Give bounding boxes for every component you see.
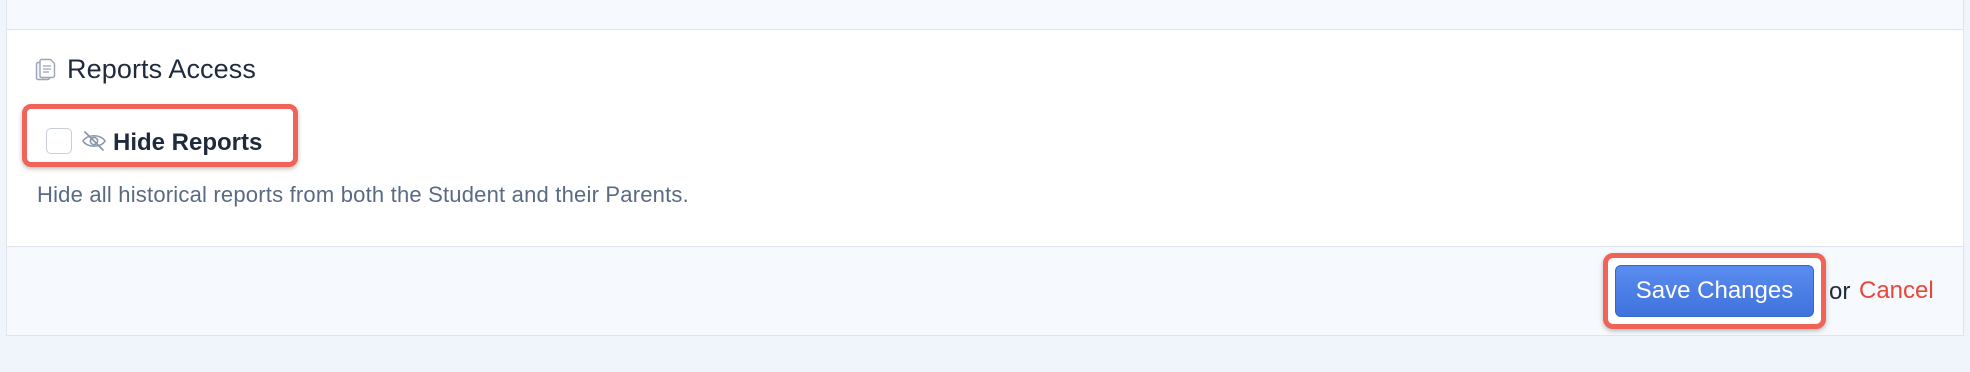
section-header: Reports Access xyxy=(35,54,256,85)
reports-access-card: Reports Access Hide Reports Hide all his… xyxy=(6,0,1964,336)
hide-reports-label[interactable]: Hide Reports xyxy=(113,129,262,157)
or-separator: or xyxy=(1829,278,1851,305)
hide-reports-help-text: Hide all historical reports from both th… xyxy=(37,182,689,207)
documents-icon xyxy=(35,58,57,82)
hide-reports-checkbox[interactable] xyxy=(46,128,72,154)
eye-off-icon xyxy=(80,129,108,153)
cancel-link[interactable]: Cancel xyxy=(1859,277,1934,305)
hide-reports-option[interactable]: Hide Reports xyxy=(22,104,298,167)
previous-section-strip xyxy=(7,0,1963,30)
section-title: Reports Access xyxy=(67,54,256,84)
save-button-highlight: Save Changes xyxy=(1603,253,1826,329)
save-changes-button[interactable]: Save Changes xyxy=(1615,265,1814,317)
form-footer: Save Changes or Cancel xyxy=(7,246,1963,335)
